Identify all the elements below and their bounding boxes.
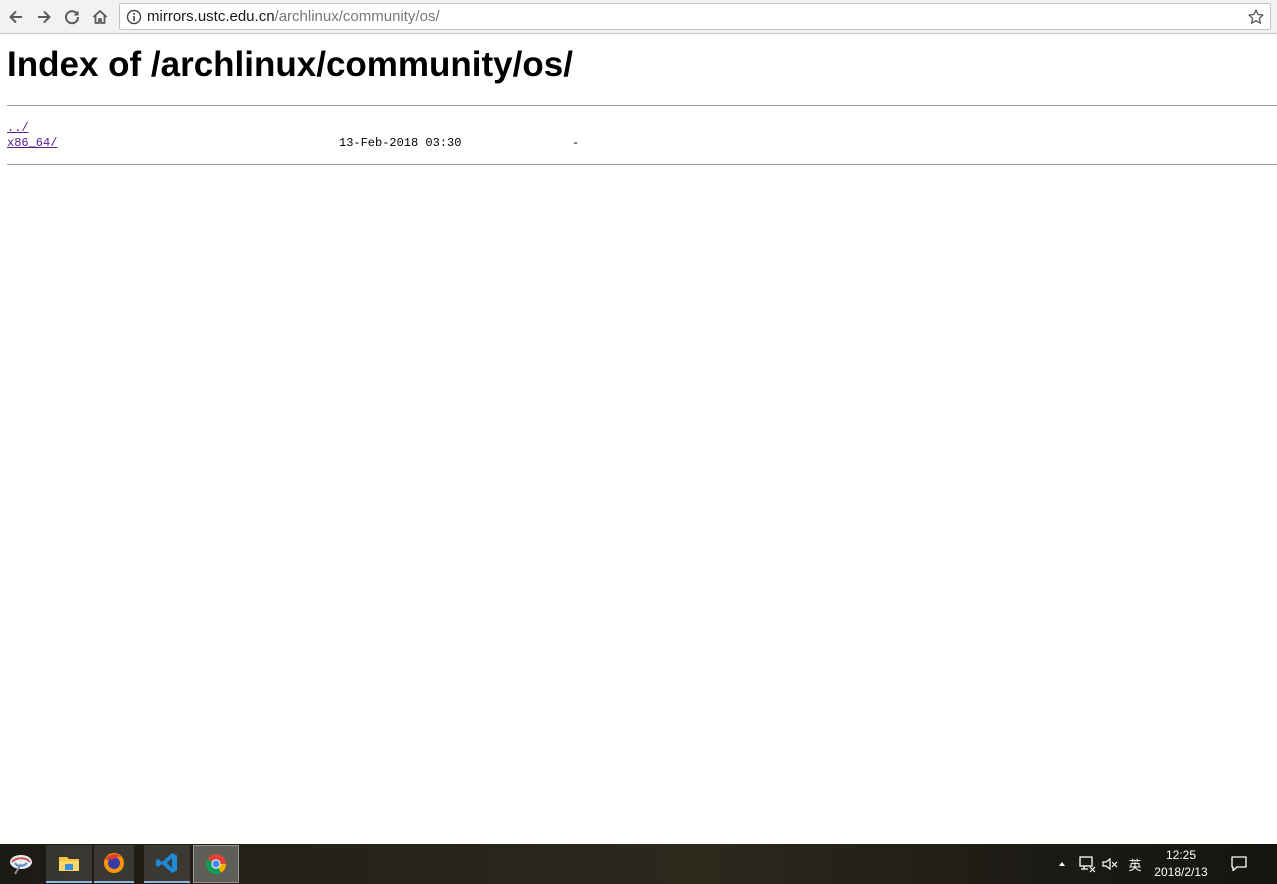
forward-button[interactable]	[32, 5, 56, 29]
bottom-divider	[7, 164, 1277, 165]
dir-link-x86_64[interactable]: x86_64/	[7, 136, 57, 150]
url-path: /archlinux/community/os/	[274, 8, 440, 25]
firefox-icon	[104, 853, 124, 873]
volume-muted-icon	[1102, 857, 1118, 871]
clock-date: 2018/2/13	[1154, 865, 1208, 879]
entry-date: 13-Feb-2018 03:30	[339, 136, 462, 150]
url-text[interactable]: mirrors.ustc.edu.cn/archlinux/community/…	[147, 8, 440, 26]
home-icon	[92, 10, 108, 24]
entry-size: -	[572, 136, 580, 150]
url-host: mirrors.ustc.edu.cn	[147, 8, 275, 25]
listing-row-x86_64: x86_64/ 13-Feb-2018 03:30 -	[7, 136, 707, 151]
taskbar-vscode[interactable]	[144, 845, 190, 883]
tray-ime[interactable]: 英	[1125, 854, 1145, 874]
taskbar: 英 12:25 2018/2/13	[0, 844, 1277, 884]
parent-dir-link[interactable]: ../	[7, 121, 29, 135]
home-button[interactable]	[88, 5, 112, 29]
file-listing: ../ x86_64/ 13-Feb-2018 03:30 -	[7, 121, 707, 151]
address-bar[interactable]: mirrors.ustc.edu.cn/archlinux/community/…	[119, 3, 1271, 30]
taskbar-firefox[interactable]	[94, 845, 134, 883]
info-icon[interactable]	[126, 9, 142, 25]
start-icon	[10, 855, 32, 875]
start-button[interactable]	[0, 845, 42, 883]
page-title: Index of /archlinux/community/os/	[7, 45, 573, 84]
star-icon[interactable]	[1247, 8, 1265, 26]
tray-overflow-button[interactable]	[1055, 854, 1069, 874]
back-button[interactable]	[4, 5, 28, 29]
back-icon	[9, 10, 22, 24]
tray-volume[interactable]	[1100, 854, 1120, 874]
browser-toolbar: mirrors.ustc.edu.cn/archlinux/community/…	[0, 0, 1277, 34]
notification-icon	[1231, 856, 1247, 872]
reload-button[interactable]	[60, 5, 84, 29]
network-icon	[1079, 856, 1096, 873]
tray-network[interactable]	[1077, 854, 1097, 874]
taskbar-file-explorer[interactable]	[46, 845, 92, 883]
top-divider	[7, 105, 1277, 106]
page-content: Index of /archlinux/community/os/ ../ x8…	[0, 35, 1277, 844]
chevron-up-icon	[1059, 862, 1065, 866]
file-explorer-icon	[59, 857, 79, 871]
chrome-icon	[205, 854, 227, 875]
clock-time: 12:25	[1165, 848, 1197, 862]
forward-icon	[38, 10, 51, 24]
tray-clock[interactable]: 12:25 2018/2/13	[1143, 847, 1219, 881]
listing-row-parent: ../	[7, 121, 707, 136]
taskbar-chrome[interactable]	[193, 845, 239, 883]
vscode-icon	[156, 853, 177, 873]
reload-icon	[65, 10, 80, 25]
action-center-button[interactable]	[1228, 854, 1250, 874]
